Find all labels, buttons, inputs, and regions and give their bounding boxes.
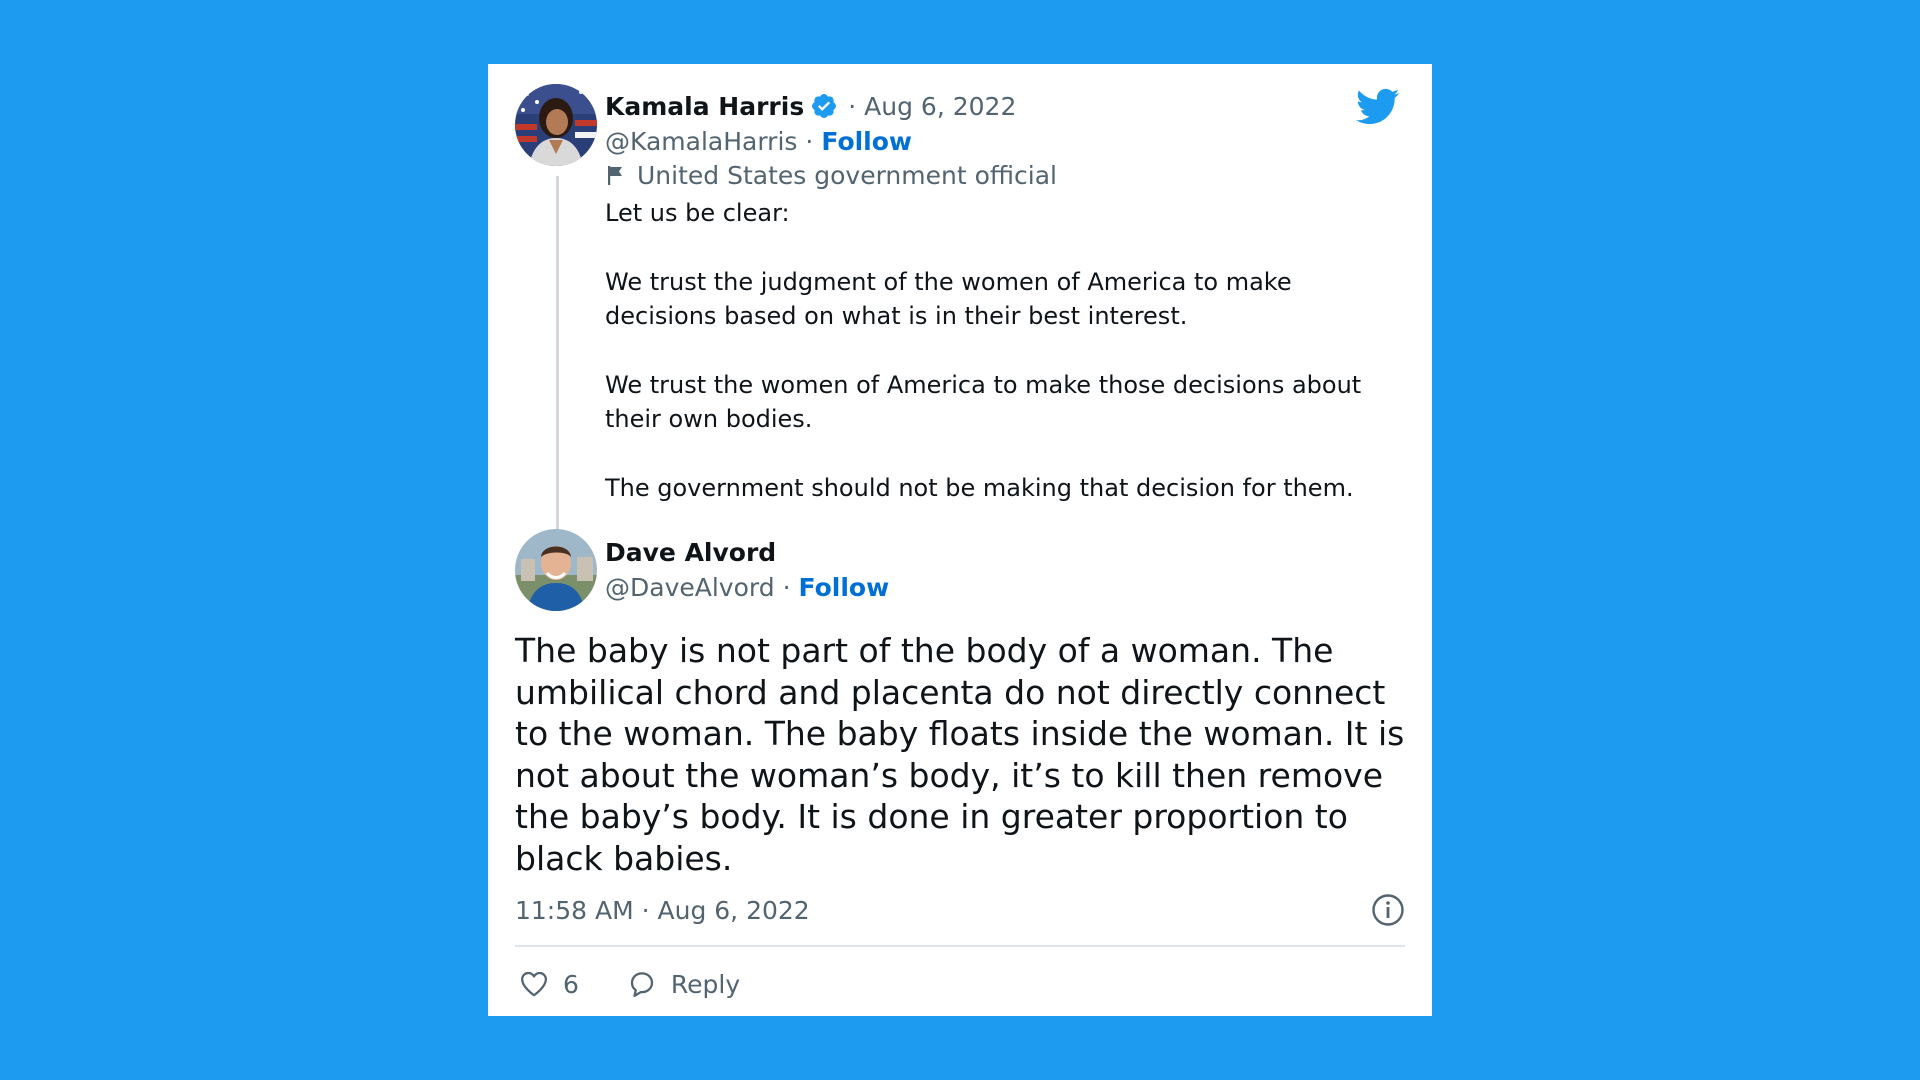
reply-label: Reply — [670, 969, 741, 999]
author-name[interactable]: Dave Alvord — [605, 538, 776, 567]
tweet-timestamp[interactable]: 11:58 AM · Aug 6, 2022 — [515, 896, 810, 925]
reply-bubble-icon — [630, 972, 654, 997]
separator-dot: · — [848, 91, 857, 121]
tweet1-paragraph: The government should not be making that… — [605, 473, 1354, 502]
follow-button[interactable]: Follow — [821, 127, 912, 156]
tweet1-text: Let us be clear: We trust the judgment o… — [605, 196, 1405, 505]
follow-button[interactable]: Follow — [799, 573, 890, 602]
tweet1-paragraph: Let us be clear: — [605, 199, 790, 227]
like-button[interactable]: 6 — [519, 969, 579, 999]
tweet2-text: The baby is not part of the body of a wo… — [515, 631, 1405, 878]
twitter-bird-icon[interactable] — [1356, 88, 1400, 126]
flag-icon — [608, 166, 622, 185]
kamala-harris-avatar[interactable] — [515, 84, 597, 166]
tweet-actions: 6 Reply — [515, 962, 740, 1006]
info-icon[interactable] — [1371, 893, 1405, 927]
verified-badge-icon — [812, 94, 837, 118]
divider — [515, 945, 1405, 947]
reply-button[interactable]: Reply — [627, 969, 740, 999]
dave-alvord-avatar[interactable] — [515, 529, 597, 611]
like-count: 6 — [563, 969, 579, 999]
author-handle[interactable]: @DaveAlvord — [605, 573, 775, 602]
tweet1-paragraph: We trust the women of America to make th… — [605, 370, 1362, 434]
author-name[interactable]: Kamala Harris — [605, 92, 804, 121]
timestamp-row: 11:58 AM · Aug 6, 2022 — [515, 892, 1405, 928]
tweet-embed-card: Kamala Harris · Aug 6, 2022 @KamalaHarri… — [488, 64, 1432, 1016]
separator-dot: · — [805, 126, 814, 156]
separator-dot: · — [782, 572, 791, 602]
affiliation-label: United States government official — [637, 160, 1058, 190]
author-handle[interactable]: @KamalaHarris — [605, 127, 797, 156]
tweet-date[interactable]: Aug 6, 2022 — [864, 92, 1016, 121]
tweet1-header: Kamala Harris · Aug 6, 2022 @KamalaHarri… — [605, 88, 1352, 192]
tweet1-paragraph: We trust the judgment of the women of Am… — [605, 267, 1292, 331]
tweet2-header: Dave Alvord @DaveAlvord · Follow — [605, 534, 889, 604]
thread-connector-line — [556, 176, 559, 588]
heart-icon — [521, 971, 547, 997]
